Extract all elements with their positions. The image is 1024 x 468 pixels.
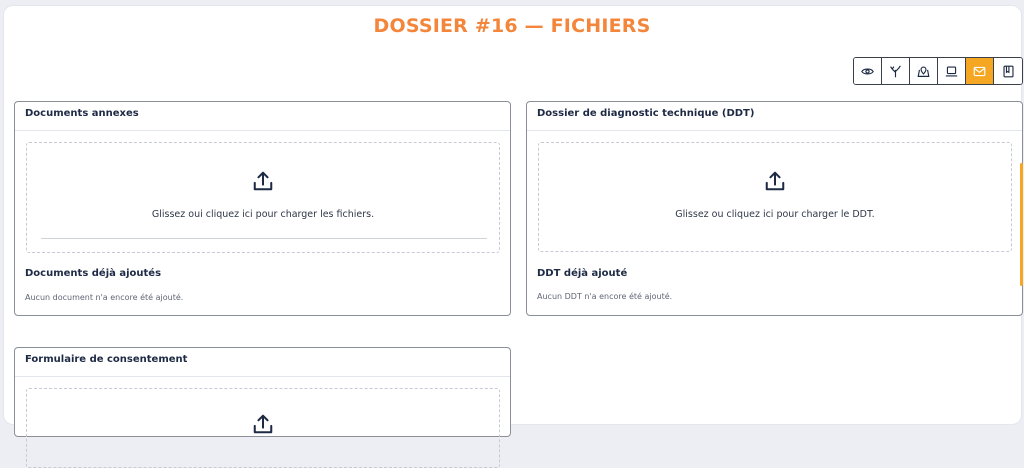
mail-icon (973, 66, 986, 76)
ddt-empty-text: Aucun DDT n'a encore été ajouté. (537, 292, 673, 301)
consent-card-header: Formulaire de consentement (15, 348, 510, 377)
consent-dropzone[interactable] (26, 388, 500, 468)
ddt-dropzone-text: Glissez ou cliquez ici pour charger le D… (675, 209, 875, 220)
annexes-added-title: Documents déjà ajoutés (25, 268, 162, 279)
annexes-dropzone-divider (41, 238, 487, 239)
tool-mail-button[interactable] (966, 58, 994, 84)
upload-icon (253, 171, 273, 191)
ddt-added-title: DDT déjà ajouté (537, 268, 628, 279)
tool-book-button[interactable] (994, 58, 1022, 84)
tool-map-button[interactable] (910, 58, 938, 84)
tool-device-button[interactable] (938, 58, 966, 84)
consent-card: Formulaire de consentement (14, 347, 511, 468)
ddt-dropzone[interactable]: Glissez ou cliquez ici pour charger le D… (538, 142, 1012, 252)
upload-icon (253, 414, 273, 434)
upload-icon (765, 171, 785, 191)
view-toolbar (853, 57, 1023, 85)
annexes-card-header: Documents annexes (15, 102, 510, 131)
annexes-empty-text: Aucun document n'a encore été ajouté. (25, 293, 184, 302)
scrollbar-thumb[interactable] (1020, 163, 1023, 286)
ddt-card-header: Dossier de diagnostic technique (DDT) (527, 102, 1022, 131)
book-icon (1002, 65, 1014, 77)
annexes-dropzone-text: Glissez oui cliquez ici pour charger les… (151, 209, 375, 220)
laptop-icon (945, 65, 958, 77)
map-pin-icon (917, 65, 930, 77)
page-title: DOSSIER #16 — FICHIERS (373, 15, 651, 37)
tool-tree-button[interactable] (882, 58, 910, 84)
annexes-card: Documents annexes Glissez oui cliquez ic… (14, 101, 511, 316)
eye-icon (861, 67, 874, 75)
annexes-dropzone[interactable]: Glissez oui cliquez ici pour charger les… (26, 142, 500, 253)
ddt-card: Dossier de diagnostic technique (DDT) Gl… (526, 101, 1023, 316)
tree-icon (890, 64, 901, 77)
tool-view-button[interactable] (854, 58, 882, 84)
